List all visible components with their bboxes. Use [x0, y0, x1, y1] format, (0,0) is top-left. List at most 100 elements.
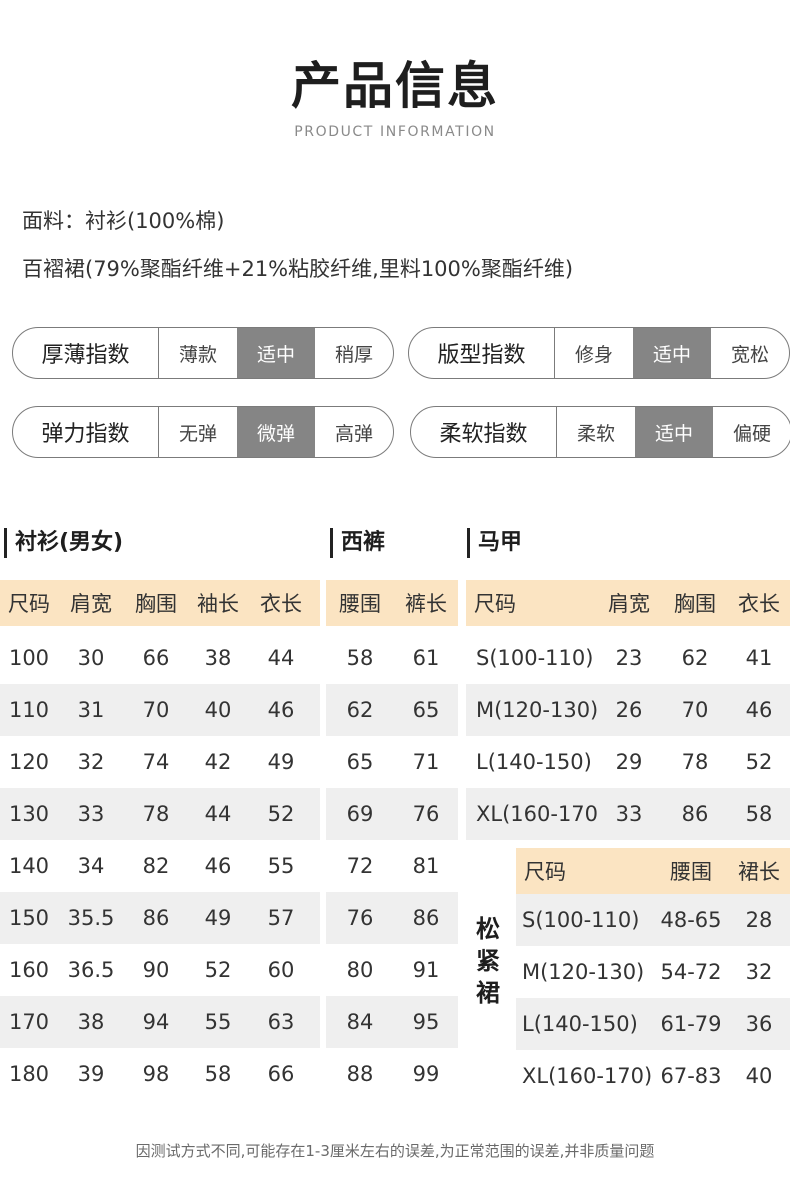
table-row: S(100-110) 48-65 28: [516, 894, 790, 946]
table-cell: 49: [267, 750, 295, 774]
table-cell: 44: [267, 646, 295, 670]
table-cell: 52: [267, 802, 295, 826]
table-cell: 63: [267, 1010, 295, 1034]
index-option: 薄款: [178, 343, 217, 366]
column-header: 腰围: [670, 860, 712, 884]
table-cell: 33: [615, 802, 643, 826]
table-cell: 52: [745, 750, 773, 774]
table-cell: 140: [8, 854, 50, 878]
table-cell: 110: [8, 698, 50, 722]
column-header: 胸围: [135, 592, 177, 616]
table-cell: 62: [681, 646, 709, 670]
column-header: 胸围: [674, 592, 716, 616]
index-name: 版型指数: [409, 328, 555, 378]
shirt-size-table: 尺码 肩宽 胸围 袖长 衣长 100 30 66 38 44 110 31 70 40 46 120 32 74 4…: [0, 580, 320, 1100]
table-row: XL(160-170) 33 86 58: [466, 788, 790, 840]
table-cell: 61: [412, 646, 440, 670]
table-cell: 65: [346, 750, 374, 774]
table-cell: 72: [346, 854, 374, 878]
table-cell: 52: [204, 958, 232, 982]
skirt-fabric-line: 百褶裙(79%聚酯纤维+21%粘胶纤维,里料100%聚酯纤维): [22, 257, 574, 281]
table-cell: 160: [8, 958, 50, 982]
index-option: 修身: [574, 343, 613, 366]
table-cell: 58: [346, 646, 374, 670]
table-cell: 74: [142, 750, 170, 774]
index-name: 弹力指数: [13, 407, 159, 457]
index-fit: 版型指数 修身 适中 宽松: [408, 327, 790, 379]
index-thickness: 厚薄指数 薄款 适中 稍厚: [12, 327, 394, 379]
table-row: 84 95: [326, 996, 458, 1048]
index-option-selected: 适中: [635, 407, 713, 457]
index-option-selected: 适中: [237, 328, 315, 378]
vest-size-table: 尺码 肩宽 胸围 衣长 S(100-110) 23 62 41 M(120-130) 26 70 46…: [466, 580, 790, 840]
table-cell: 31: [77, 698, 105, 722]
table-cell: 40: [745, 1064, 773, 1088]
table-cell: 82: [142, 854, 170, 878]
index-option: 偏硬: [732, 422, 771, 445]
table-cell: 32: [77, 750, 105, 774]
table-cell: 71: [412, 750, 440, 774]
table-cell: XL(160-170): [476, 802, 598, 826]
table-row: 69 76: [326, 788, 458, 840]
section-title-shirt: 衬衫(男女): [4, 528, 123, 558]
section-title-trousers: 西裤: [330, 528, 385, 558]
page-title: 产品信息: [291, 57, 499, 115]
table-row: 140 34 82 46 55: [0, 840, 320, 892]
table-row: 76 86: [326, 892, 458, 944]
index-option-selected: 微弹: [237, 407, 315, 457]
table-row: 58 61: [326, 632, 458, 684]
column-header: 腰围: [339, 592, 381, 616]
index-name: 柔软指数: [411, 407, 557, 457]
table-cell: 42: [204, 750, 232, 774]
table-cell: 44: [204, 802, 232, 826]
column-header: 袖长: [197, 592, 239, 616]
table-cell: 81: [412, 854, 440, 878]
table-cell: 28: [745, 908, 773, 932]
index-option: 高弹: [334, 422, 373, 445]
table-header-row: 腰围 裤长: [326, 580, 458, 626]
table-row: 80 91: [326, 944, 458, 996]
table-row: XL(160-170) 67-83 40: [516, 1050, 790, 1102]
table-row: 160 36.5 90 52 60: [0, 944, 320, 996]
table-cell: 86: [681, 802, 709, 826]
trousers-size-table: 腰围 裤长 58 61 62 65 65 71 69 76 72 81 76 86 80 91 84 95 88 99: [326, 580, 458, 1100]
table-cell: 26: [615, 698, 643, 722]
table-cell: 32: [745, 960, 773, 984]
index-name: 厚薄指数: [13, 328, 159, 378]
table-cell: 66: [267, 1062, 295, 1086]
table-cell: 78: [142, 802, 170, 826]
table-cell: L(140-150): [476, 750, 592, 774]
table-cell: 70: [142, 698, 170, 722]
table-row: 88 99: [326, 1048, 458, 1100]
table-row: 62 65: [326, 684, 458, 736]
table-cell: 94: [142, 1010, 170, 1034]
table-cell: 67-83: [660, 1064, 722, 1088]
column-header: 尺码: [474, 592, 516, 616]
table-cell: 91: [412, 958, 440, 982]
table-cell: 46: [204, 854, 232, 878]
table-row: 170 38 94 55 63: [0, 996, 320, 1048]
table-cell: 33: [77, 802, 105, 826]
table-cell: 34: [77, 854, 105, 878]
column-header: 肩宽: [70, 592, 112, 616]
table-row: 65 71: [326, 736, 458, 788]
table-cell: 86: [142, 906, 170, 930]
table-cell: XL(160-170): [522, 1064, 653, 1088]
index-option-selected: 适中: [633, 328, 711, 378]
table-cell: 58: [204, 1062, 232, 1086]
index-softness: 柔软指数 柔软 适中 偏硬: [410, 406, 790, 458]
table-cell: 69: [346, 802, 374, 826]
table-cell: 76: [412, 802, 440, 826]
table-cell: 41: [745, 646, 773, 670]
table-row: 180 39 98 58 66: [0, 1048, 320, 1100]
table-cell: 38: [77, 1010, 105, 1034]
column-header: 衣长: [260, 592, 302, 616]
table-row: 120 32 74 42 49: [0, 736, 320, 788]
table-row: 150 35.5 86 49 57: [0, 892, 320, 944]
table-cell: 57: [267, 906, 295, 930]
table-cell: S(100-110): [522, 908, 640, 932]
skirt-size-table: 尺码 腰围 裙长 S(100-110) 48-65 28 M(120-130) 54-72 32…: [516, 848, 790, 1102]
table-cell: 29: [615, 750, 643, 774]
section-title-skirt: 松紧裙: [476, 915, 500, 1007]
table-cell: 98: [142, 1062, 170, 1086]
